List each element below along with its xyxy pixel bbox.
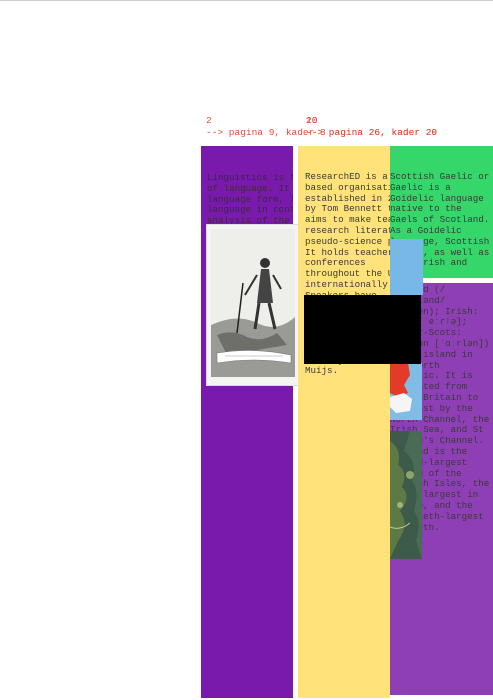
- blue-block: [390, 239, 423, 295]
- annotation-page-number: 2: [206, 115, 212, 126]
- satellite-illustration: [390, 431, 422, 559]
- annotation-link[interactable]: --> pagina 26, kader 29: [306, 127, 437, 138]
- annotation-page-number: 20: [306, 115, 318, 126]
- black-image-block: [304, 295, 421, 364]
- satellite-image: [390, 431, 422, 559]
- top-rule: [0, 0, 493, 1]
- engraving-figure-illustration: [211, 229, 295, 377]
- ireland-locator-map-illustration: [390, 363, 422, 420]
- ireland-locator-map: [390, 363, 422, 420]
- engraving-image: [206, 224, 300, 386]
